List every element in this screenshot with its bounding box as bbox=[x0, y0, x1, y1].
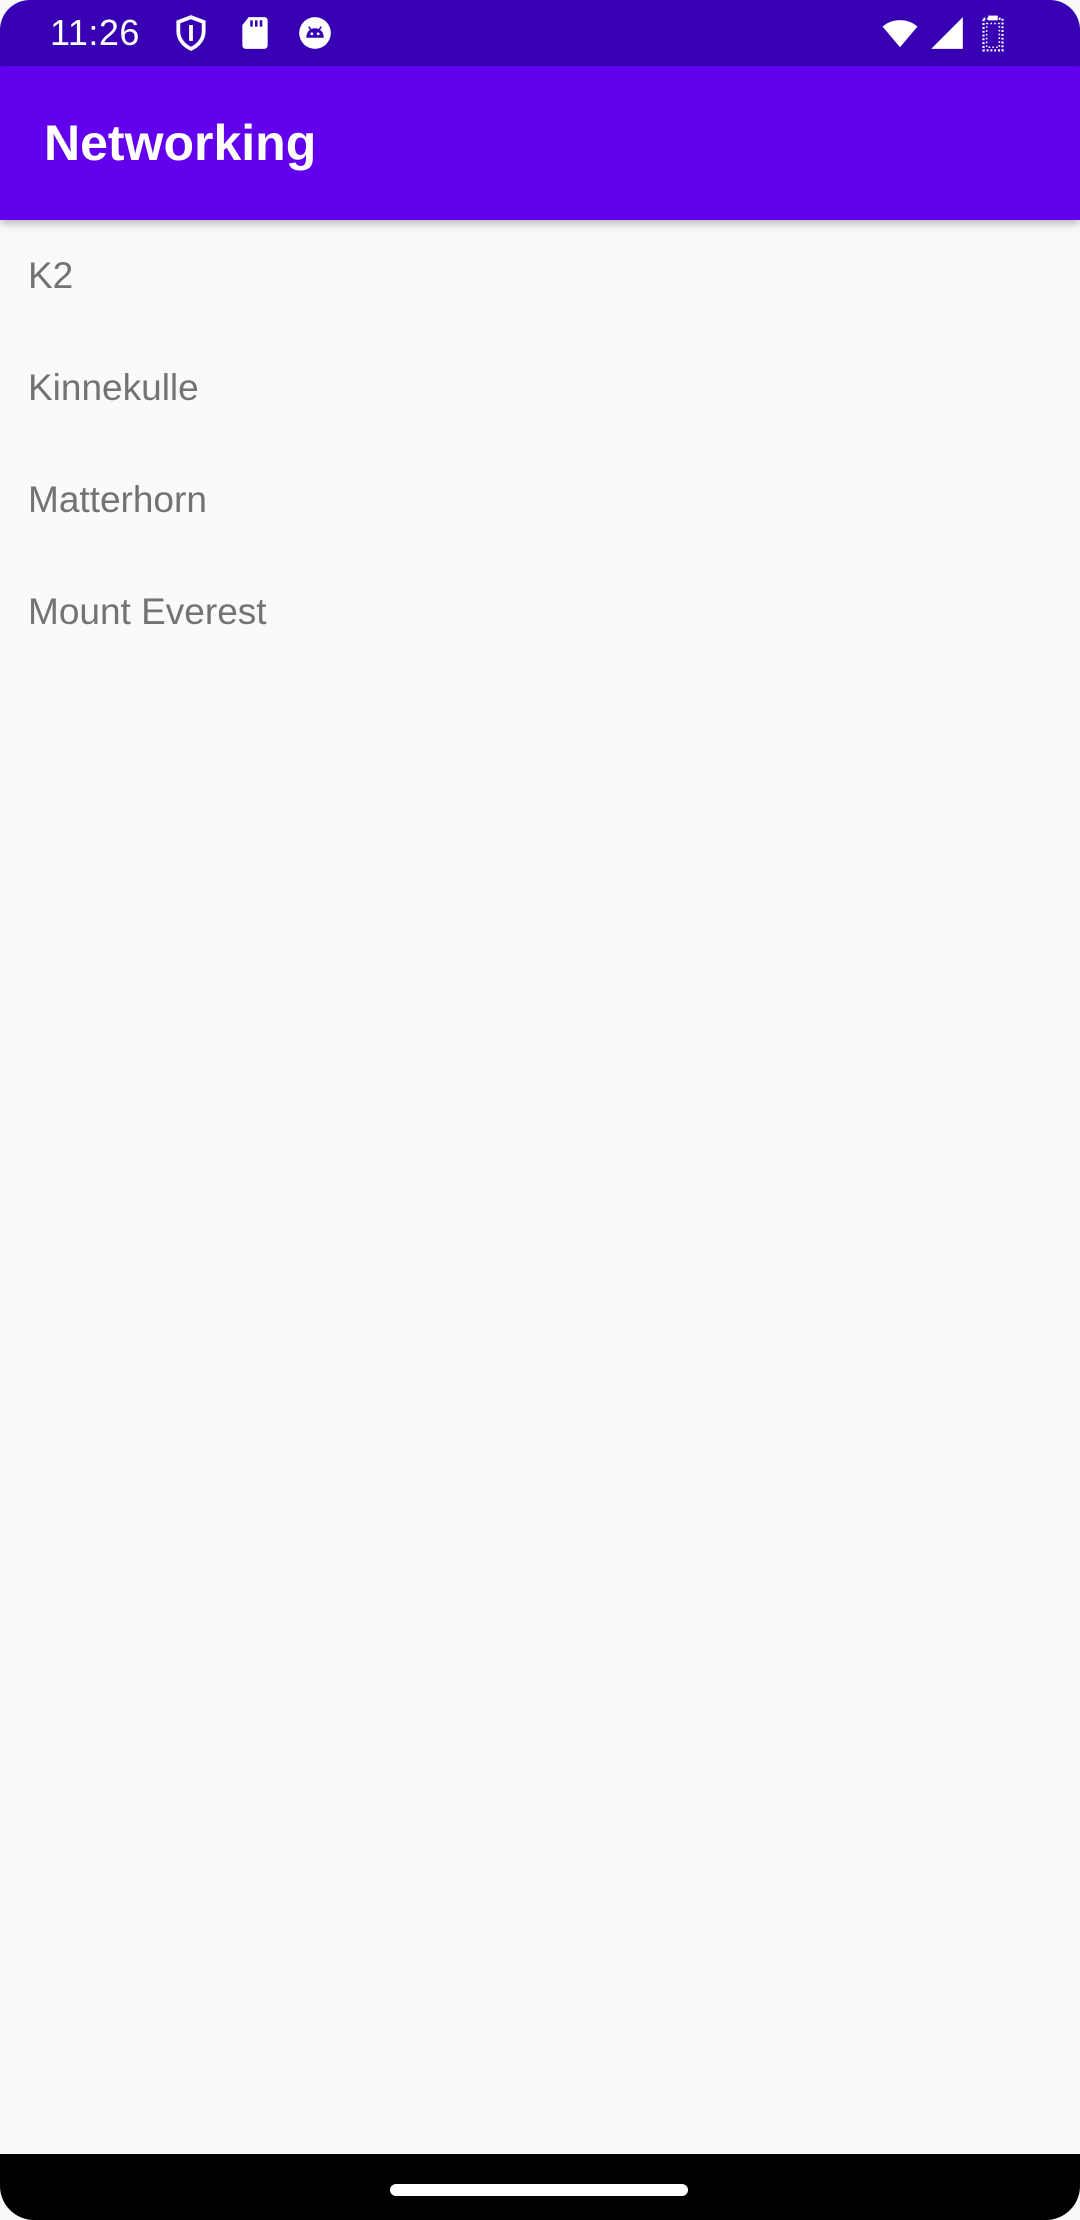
list-item[interactable]: Kinnekulle bbox=[0, 332, 1080, 444]
list-item[interactable]: Matterhorn bbox=[0, 444, 1080, 556]
battery-icon bbox=[980, 14, 1018, 52]
wifi-icon bbox=[880, 14, 918, 52]
list-item[interactable]: Mount Everest bbox=[0, 556, 1080, 668]
shield-icon bbox=[172, 14, 210, 52]
status-bar: 11:26 bbox=[0, 0, 1080, 66]
page-title: Networking bbox=[44, 115, 317, 171]
sd-card-icon bbox=[236, 14, 274, 52]
list-item[interactable]: K2 bbox=[0, 220, 1080, 332]
android-debug-icon bbox=[296, 14, 334, 52]
home-gesture-handle[interactable] bbox=[390, 2184, 688, 2196]
app-bar: Networking bbox=[0, 66, 1080, 220]
cellular-signal-icon bbox=[928, 14, 966, 52]
navigation-bar bbox=[0, 2154, 1080, 2220]
mountain-list: K2 Kinnekulle Matterhorn Mount Everest bbox=[0, 220, 1080, 668]
status-time: 11:26 bbox=[50, 12, 140, 53]
